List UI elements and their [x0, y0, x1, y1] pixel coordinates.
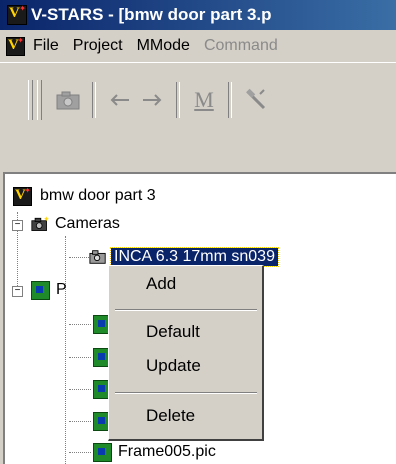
tree-connector — [69, 357, 91, 358]
tree-connector — [69, 324, 91, 325]
forward-button[interactable] — [136, 84, 168, 116]
pictures-collapse-toggle[interactable]: − — [12, 286, 23, 297]
context-menu-add[interactable]: Add — [109, 274, 261, 294]
arrow-right-icon — [143, 94, 162, 106]
tree-connector — [69, 451, 91, 453]
toolbar: M — [28, 77, 396, 123]
tree-connector — [69, 389, 91, 390]
tree-node-root-label: bmw door part 3 — [40, 187, 156, 204]
back-button[interactable] — [104, 84, 136, 116]
frame-icon — [93, 442, 112, 462]
menu-bar: V ✦ File Project MMode Command — [0, 30, 396, 62]
tree-node-pictures-label: P — [56, 281, 67, 298]
tree-node-cameras-label: Cameras — [55, 215, 120, 232]
svg-text:✦: ✦ — [43, 215, 49, 224]
arrow-left-icon — [110, 94, 129, 106]
hammer-icon — [246, 88, 266, 110]
context-menu-default[interactable]: Default — [109, 322, 261, 342]
tree-node-frame005-label: Frame005.pic — [118, 443, 216, 460]
tree-node-cameras[interactable]: ✦ Cameras — [31, 212, 120, 236]
menu-mmode[interactable]: MMode — [137, 37, 190, 55]
tree-connector — [69, 257, 89, 258]
project-icon: V ✦ — [13, 186, 32, 206]
toolbar-grip-2[interactable] — [37, 80, 42, 120]
vstars-app-icon[interactable]: V ✦ — [7, 4, 27, 25]
context-menu-delete[interactable]: Delete — [109, 406, 261, 426]
document-system-menu-icon[interactable]: V ✦ — [6, 36, 25, 56]
tree-node-root[interactable]: V ✦ bmw door part 3 — [13, 184, 156, 208]
tool-button[interactable] — [240, 84, 272, 116]
toolbar-area: M — [0, 62, 396, 173]
toolbar-grip[interactable] — [28, 80, 33, 120]
context-menu-update[interactable]: Update — [109, 356, 261, 376]
pictures-folder-icon — [31, 280, 50, 300]
tree-connector — [69, 421, 91, 422]
m-icon: M — [194, 87, 214, 112]
tree-connector — [65, 236, 66, 464]
menu-project[interactable]: Project — [73, 37, 123, 55]
context-menu: Add Default Update Delete — [108, 265, 264, 441]
camera-icon — [89, 250, 106, 264]
context-menu-separator — [115, 309, 257, 311]
cameras-folder-icon: ✦ — [31, 215, 49, 231]
window-title: V-STARS - [bmw door part 3.p — [31, 5, 272, 24]
toolbar-separator — [228, 82, 232, 118]
menu-file[interactable]: File — [33, 37, 59, 55]
toolbar-separator — [176, 82, 180, 118]
context-menu-separator — [115, 392, 257, 394]
toolbar-separator — [92, 82, 96, 118]
measure-mode-button[interactable]: M — [188, 84, 220, 116]
cameras-collapse-toggle[interactable]: − — [12, 220, 23, 231]
tree-node-pictures[interactable]: P — [31, 278, 67, 302]
camera-icon — [56, 91, 80, 110]
tree-node-camera-inca-label: INCA 6.3 17mm sn039 — [110, 247, 279, 267]
tree-node-frame005[interactable]: Frame005.pic — [69, 440, 216, 464]
title-bar[interactable]: V ✦ V-STARS - [bmw door part 3.p — [0, 0, 396, 30]
menu-command[interactable]: Command — [204, 37, 278, 55]
camera-button[interactable] — [52, 84, 84, 116]
